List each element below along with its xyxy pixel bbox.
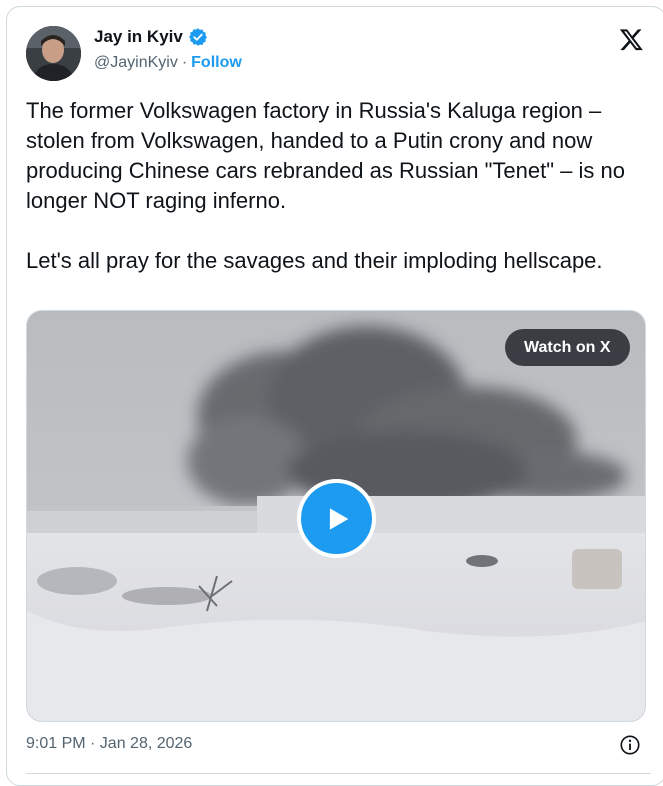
tweet-card[interactable]: Jay in Kyiv @JayinKyiv · Follow The form… [6,6,663,786]
verified-badge-icon [188,28,207,46]
author-handle[interactable]: @JayinKyiv [94,54,178,72]
avatar[interactable] [26,26,81,81]
x-logo-icon[interactable] [618,27,645,52]
watch-on-x-button[interactable]: Watch on X [505,329,630,366]
divider [26,773,651,774]
follow-button[interactable]: Follow [191,54,242,72]
video-media[interactable]: Watch on X [26,310,646,722]
author-display-name[interactable]: Jay in Kyiv [94,27,183,47]
tweet-text: The former Volkswagen factory in Russia'… [26,98,625,273]
play-button[interactable] [297,479,376,558]
info-icon[interactable] [619,734,641,756]
play-icon [329,507,348,530]
tweet-timestamp[interactable]: 9:01 PM · Jan 28, 2026 [26,735,192,753]
separator-dot: · [181,54,188,71]
